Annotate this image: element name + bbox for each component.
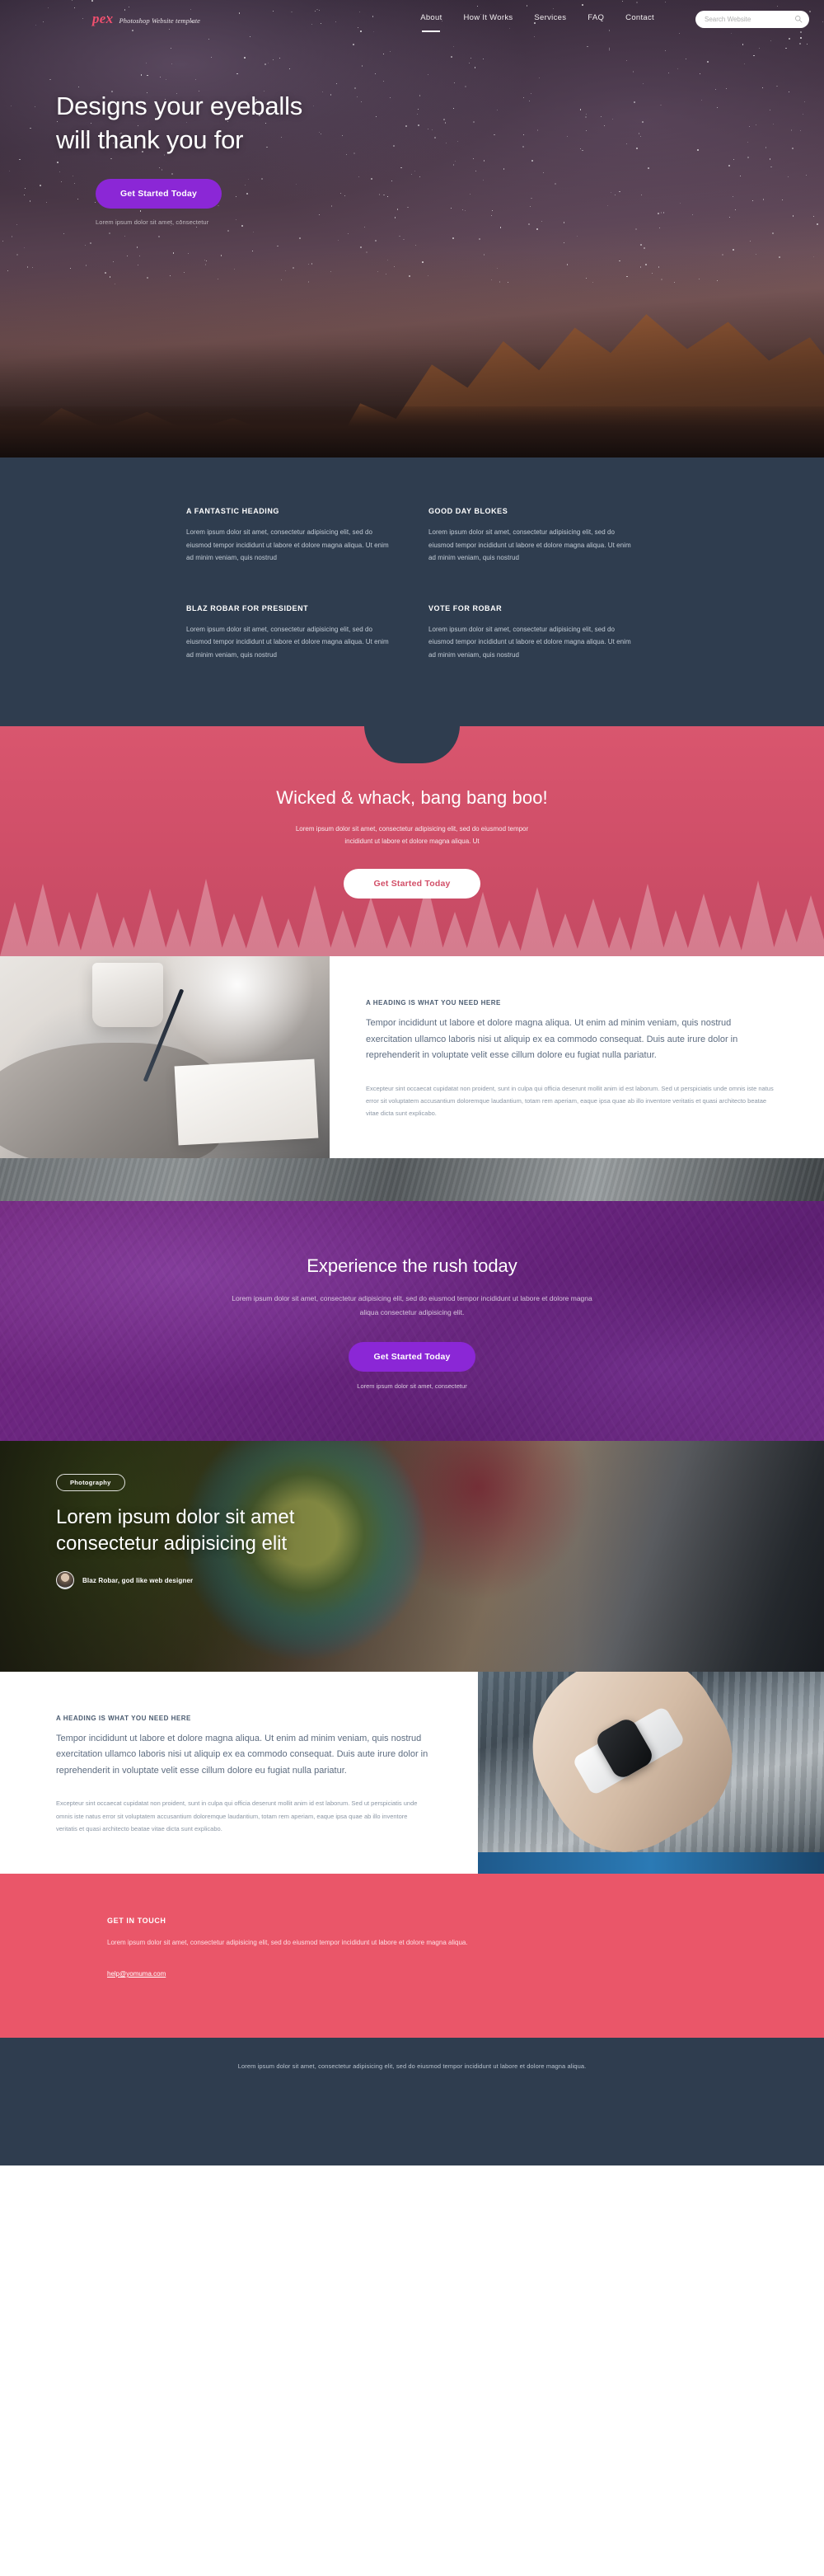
block-lead: Tempor incididunt ut labore et dolore ma… xyxy=(56,1733,428,1776)
logo-tagline: Photoshop Website template xyxy=(119,16,201,25)
search-icon[interactable] xyxy=(794,15,803,23)
section-notch xyxy=(364,725,460,763)
feature-item: A FANTASTIC HEADING Lorem ipsum dolor si… xyxy=(186,507,396,565)
nav-link-faq[interactable]: FAQ xyxy=(588,13,604,25)
nav-link-contact[interactable]: Contact xyxy=(625,13,654,25)
purple-texture-overlay xyxy=(0,1200,824,1441)
block-kicker: A HEADING IS WHAT YOU NEED HERE xyxy=(366,998,501,1006)
feature-body: Lorem ipsum dolor sit amet, consectetur … xyxy=(428,528,631,562)
footer: Lorem ipsum dolor sit amet, consectetur … xyxy=(0,2038,824,2166)
nav-link-about[interactable]: About xyxy=(420,13,442,25)
logo-text: pex xyxy=(92,11,114,26)
avatar xyxy=(56,1571,74,1590)
hero-title-line2: will thank you for xyxy=(56,125,244,155)
hero-ground xyxy=(0,406,824,457)
contact-title: GET IN TOUCH xyxy=(107,1916,166,1925)
logo[interactable]: pex Photoshop Website template xyxy=(92,11,200,27)
main-navigation: pex Photoshop Website template About How… xyxy=(0,0,824,38)
nav-links: About How It Works Services FAQ Contact xyxy=(420,10,809,28)
hero-copy: Designs your eyeballs will thank you for… xyxy=(0,38,346,226)
hero-note: Lorem ipsum dolor sit amet, consectetur xyxy=(96,218,209,227)
monochrome-divider-strip xyxy=(0,1157,824,1201)
pink-cta-subtitle: Lorem ipsum dolor sit amet, consectetur … xyxy=(295,824,529,845)
features-section: A FANTASTIC HEADING Lorem ipsum dolor si… xyxy=(0,457,824,726)
purple-cta-row: Get Started Today xyxy=(0,1341,824,1372)
feature-title: VOTE FOR ROBAR xyxy=(428,603,503,612)
purple-cta-section: Experience the rush today Lorem ipsum do… xyxy=(0,1200,824,1441)
desk-photo xyxy=(0,955,330,1158)
blue-accent-bar xyxy=(478,1851,824,1874)
purple-cta-subtitle: Lorem ipsum dolor sit amet, consectetur … xyxy=(232,1293,592,1317)
contact-section: GET IN TOUCH Lorem ipsum dolor sit amet,… xyxy=(0,1873,824,2039)
purple-cta-note: Lorem ipsum dolor sit amet, consectetur xyxy=(357,1382,467,1390)
block-lead: Tempor incididunt ut labore et dolore ma… xyxy=(366,1017,738,1061)
mug-object xyxy=(92,962,163,1027)
hero-title-line1: Designs your eyeballs xyxy=(56,91,303,120)
feature-body: Lorem ipsum dolor sit amet, consectetur … xyxy=(428,625,631,659)
block-small: Excepteur sint occaecat cupidatat non pr… xyxy=(56,1799,418,1833)
food-hero-title: Lorem ipsum dolor sit amet consectetur a… xyxy=(56,1504,824,1557)
purple-get-started-button[interactable]: Get Started Today xyxy=(349,1341,475,1372)
feature-title: A FANTASTIC HEADING xyxy=(186,507,279,515)
hero-get-started-button[interactable]: Get Started Today xyxy=(96,179,222,209)
feature-title: GOOD DAY BLOKES xyxy=(428,507,508,515)
notebook-object xyxy=(174,1058,319,1146)
contact-body: Lorem ipsum dolor sit amet, consectetur … xyxy=(107,1938,468,1946)
search-box[interactable] xyxy=(695,10,809,28)
nav-link-how-it-works[interactable]: How It Works xyxy=(464,13,513,25)
pink-cta-row: Get Started Today xyxy=(0,868,824,899)
feature-body: Lorem ipsum dolor sit amet, consectetur … xyxy=(186,625,389,659)
feature-item: GOOD DAY BLOKES Lorem ipsum dolor sit am… xyxy=(428,507,638,565)
feature-body: Lorem ipsum dolor sit amet, consectetur … xyxy=(186,528,389,562)
footer-text: Lorem ipsum dolor sit amet, consectetur … xyxy=(237,2062,587,2071)
hero-cta-row: Get Started Today xyxy=(56,179,346,209)
author-name: Blaz Robar, god like web designer xyxy=(82,1576,194,1584)
category-badge-photography[interactable]: Photography xyxy=(56,1473,125,1491)
pink-cta-title: Wicked & whack, bang bang boo! xyxy=(276,786,548,808)
landing-page: pex Photoshop Website template About How… xyxy=(0,0,824,2166)
nav-link-services[interactable]: Services xyxy=(534,13,566,25)
purple-cta-title: Experience the rush today xyxy=(307,1255,517,1276)
food-title-line1: Lorem ipsum dolor sit amet xyxy=(56,1505,295,1528)
content-block-2: A HEADING IS WHAT YOU NEED HERE Tempor i… xyxy=(0,1671,824,1874)
content-block-2-text: A HEADING IS WHAT YOU NEED HERE Tempor i… xyxy=(0,1671,478,1874)
contact-email-link[interactable]: help@yomuma.com xyxy=(107,1970,166,1978)
hero-section: pex Photoshop Website template About How… xyxy=(0,0,824,457)
content-block-1: A HEADING IS WHAT YOU NEED HERE Tempor i… xyxy=(0,955,824,1158)
author-row: Blaz Robar, god like web designer xyxy=(56,1571,824,1590)
features-grid: A FANTASTIC HEADING Lorem ipsum dolor si… xyxy=(186,507,638,662)
hero-title: Designs your eyeballs will thank you for xyxy=(56,89,346,157)
block-kicker: A HEADING IS WHAT YOU NEED HERE xyxy=(56,1714,191,1722)
food-hero-copy: Photography Lorem ipsum dolor sit amet c… xyxy=(0,1441,824,1590)
food-hero-section: Photography Lorem ipsum dolor sit amet c… xyxy=(0,1440,824,1672)
block-small: Excepteur sint occaecat cupidatat non pr… xyxy=(366,1084,774,1118)
pink-cta-section: Wicked & whack, bang bang boo! Lorem ips… xyxy=(0,725,824,956)
contact-inner: GET IN TOUCH Lorem ipsum dolor sit amet,… xyxy=(0,1917,824,1981)
food-title-line2: consectetur adipisicing elit xyxy=(56,1532,288,1555)
pink-get-started-button[interactable]: Get Started Today xyxy=(344,868,480,899)
feature-item: BLAZ ROBAR FOR PRESIDENT Lorem ipsum dol… xyxy=(186,604,396,662)
watch-photo xyxy=(478,1671,824,1874)
feature-item: VOTE FOR ROBAR Lorem ipsum dolor sit ame… xyxy=(428,604,638,662)
content-block-1-text: A HEADING IS WHAT YOU NEED HERE Tempor i… xyxy=(330,955,824,1158)
feature-title: BLAZ ROBAR FOR PRESIDENT xyxy=(186,603,309,612)
search-input[interactable] xyxy=(705,15,789,23)
